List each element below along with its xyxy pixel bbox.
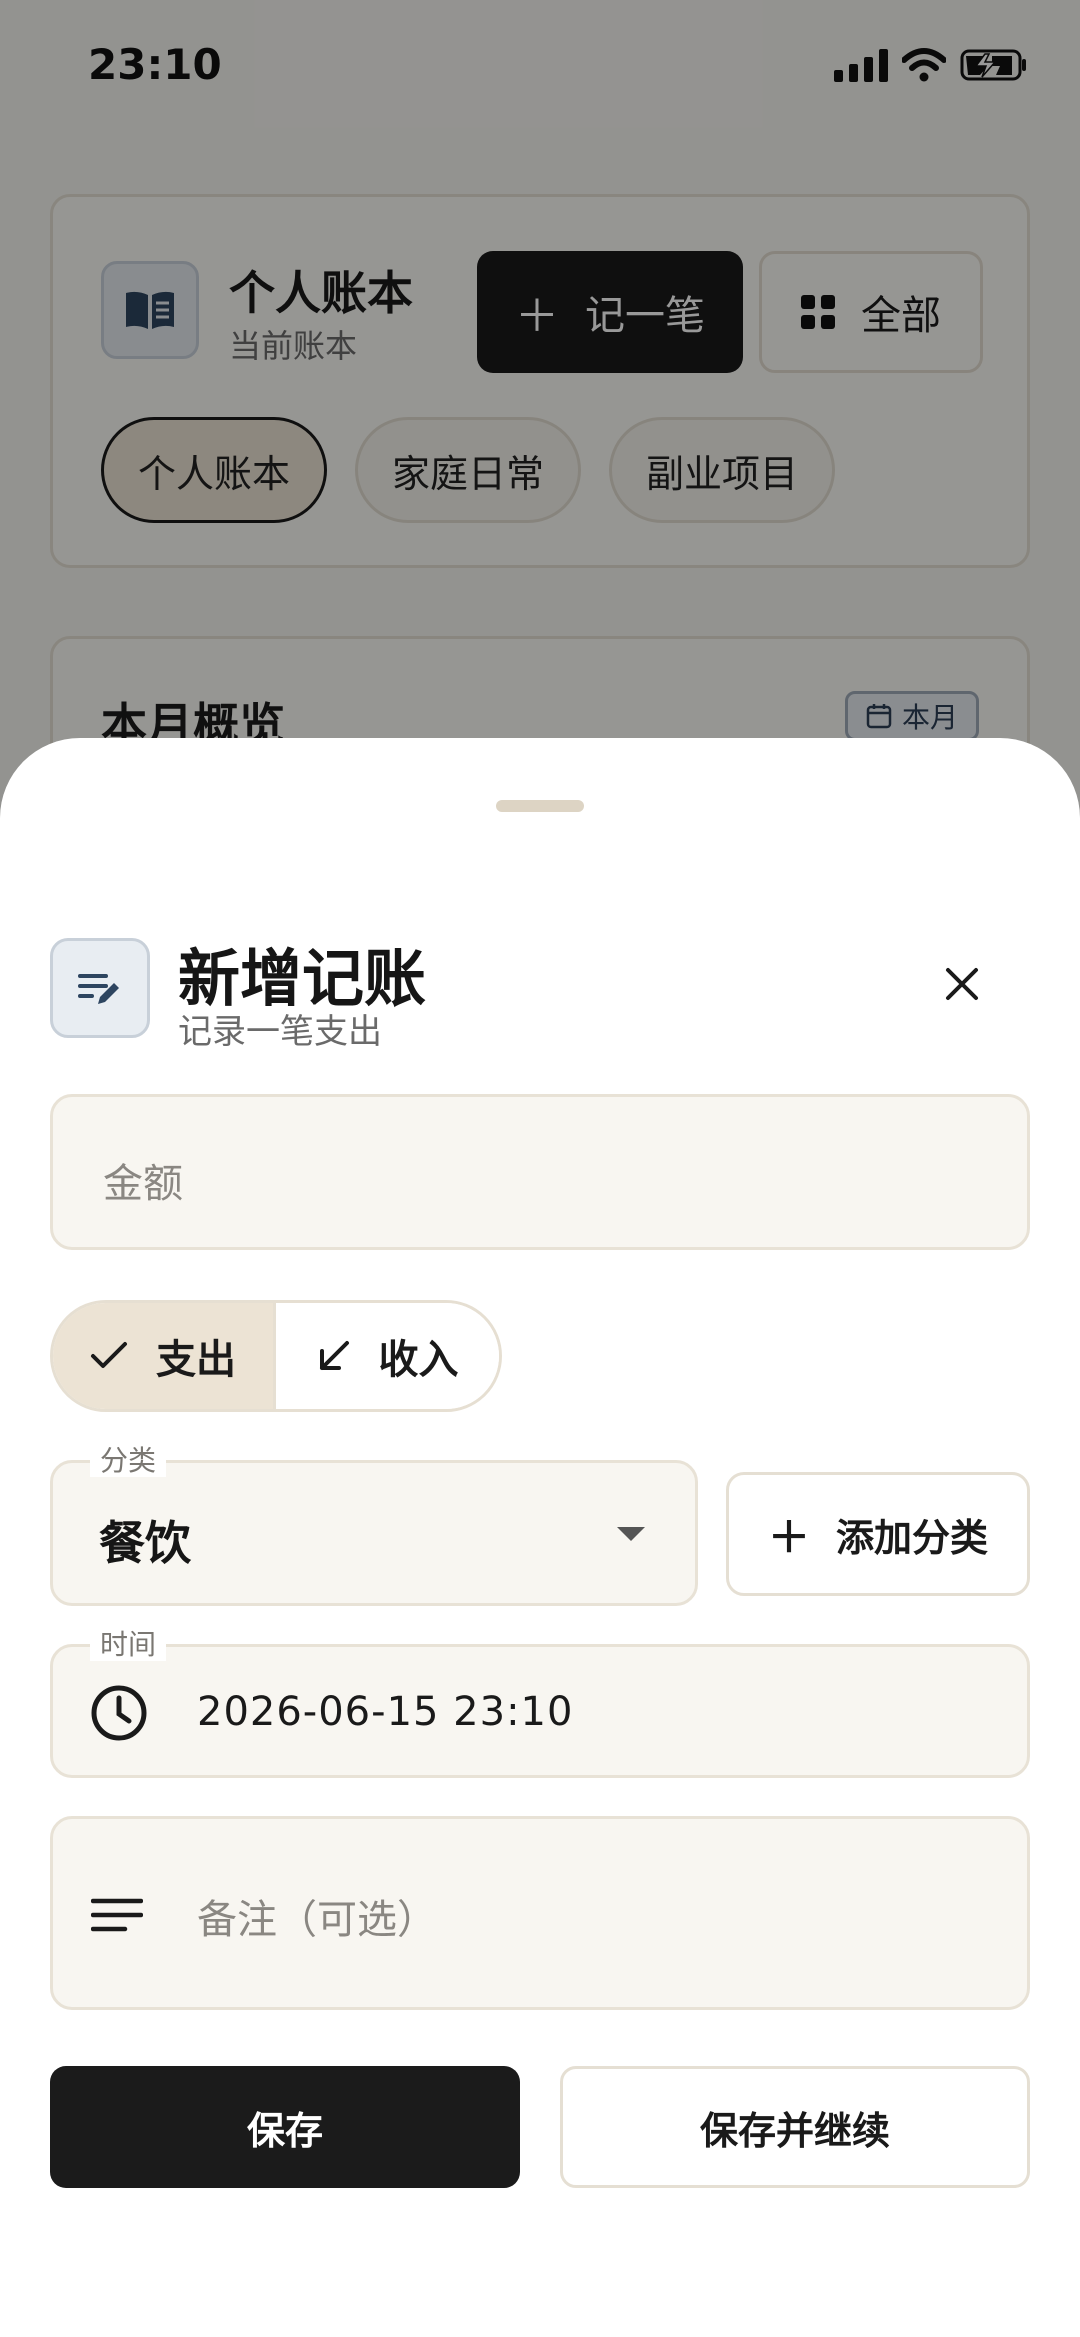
save-and-continue-button[interactable]: 保存并继续 [560,2066,1030,2188]
category-value: 餐饮 [99,1516,191,1570]
add-record-sheet: 新增记账 记录一笔支出 金额 支出 收入 餐饮 分类 ＋ 添加分类 2026-0… [0,738,1080,2337]
plus-icon: ＋ [767,1512,810,1562]
sheet-subtitle: 记录一笔支出 [178,1012,382,1052]
income-label: 收入 [378,1337,459,1383]
note-input[interactable]: 备注（可选） [50,1816,1030,2010]
add-category-label: 添加分类 [836,1515,989,1560]
edit-note-icon [50,938,150,1038]
category-label: 分类 [90,1445,167,1477]
amount-input[interactable]: 金额 [50,1094,1030,1250]
lines-icon [91,1898,143,1932]
expense-option[interactable]: 支出 [53,1303,276,1409]
clock-icon [91,1685,147,1741]
time-value: 2026-06-15 23:10 [197,1689,574,1735]
expense-label: 支出 [156,1337,236,1383]
sheet-drag-handle[interactable] [496,800,584,812]
category-select[interactable]: 餐饮 [50,1460,698,1606]
amount-placeholder: 金额 [103,1161,183,1207]
chevron-down-icon [617,1527,645,1541]
time-field[interactable]: 2026-06-15 23:10 [50,1644,1030,1778]
type-toggle: 支出 收入 [50,1300,502,1412]
close-button[interactable] [930,952,994,1016]
close-icon [946,968,978,1000]
save-button[interactable]: 保存 [50,2066,520,2188]
arrow-down-left-icon [319,1341,349,1370]
time-label: 时间 [90,1629,167,1661]
add-category-button[interactable]: ＋ 添加分类 [726,1472,1030,1596]
income-option[interactable]: 收入 [276,1303,499,1409]
check-icon [91,1342,127,1368]
note-placeholder: 备注（可选） [197,1897,437,1943]
